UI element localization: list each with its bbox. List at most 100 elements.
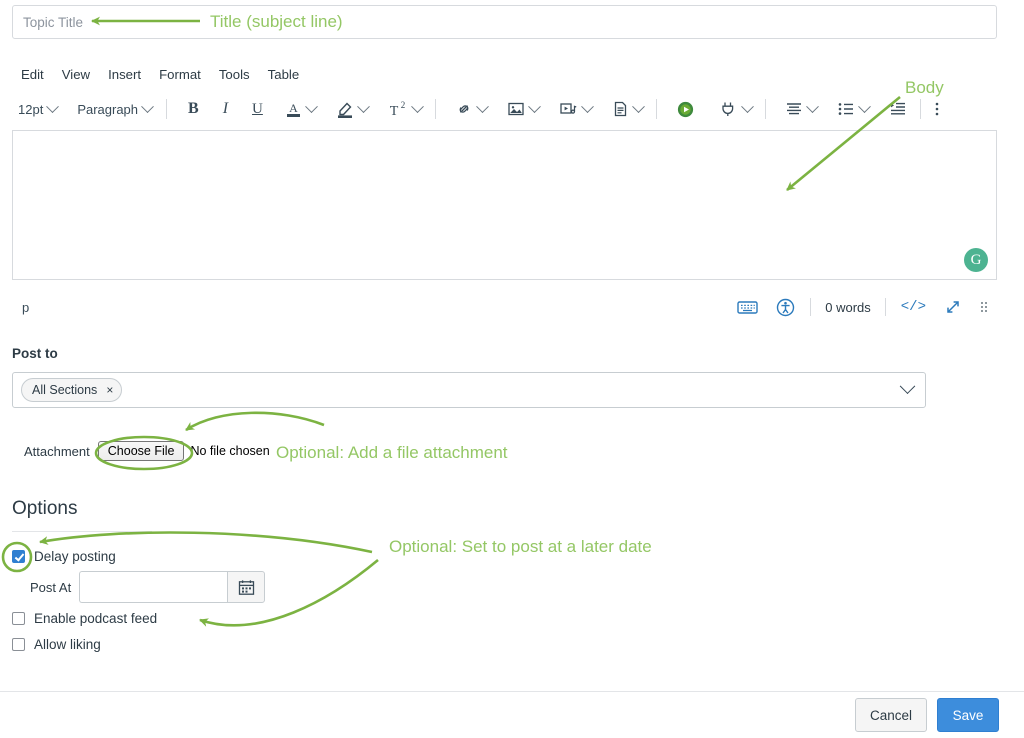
post-to-select[interactable]: All Sections × (12, 372, 926, 408)
delay-posting-row[interactable]: Delay posting (12, 549, 116, 564)
toolbar-divider (765, 99, 766, 119)
annotation-arrow-attachment (186, 413, 324, 430)
annotation-label-delay: Optional: Set to post at a later date (389, 537, 652, 557)
link-button[interactable] (450, 95, 492, 123)
more-options-button[interactable] (929, 95, 945, 123)
document-icon (612, 100, 629, 118)
chevron-down-icon (858, 100, 871, 113)
allow-liking-row[interactable]: Allow liking (12, 637, 101, 652)
block-format-select[interactable]: Paragraph (71, 95, 158, 123)
choose-file-button[interactable]: Choose File (98, 441, 185, 461)
chevron-down-icon (357, 100, 370, 113)
status-divider (810, 298, 811, 316)
annotation-label-attachment: Optional: Add a file attachment (276, 443, 508, 463)
delay-posting-checkbox[interactable] (12, 550, 25, 563)
grammarly-icon[interactable]: G (964, 248, 988, 272)
chevron-down-icon (741, 100, 754, 113)
font-size-select[interactable]: 12pt (12, 95, 63, 123)
menu-insert[interactable]: Insert (99, 63, 150, 87)
topic-title-input[interactable]: Topic Title (12, 5, 997, 39)
post-at-calendar-button[interactable] (227, 571, 265, 603)
accessibility-checker-button[interactable] (767, 294, 804, 320)
toolbar-divider (656, 99, 657, 119)
attachment-row: Attachment Choose File No file chosen (24, 441, 270, 461)
underline-button[interactable]: U (247, 95, 268, 123)
chevron-down-icon[interactable] (900, 378, 916, 394)
indent-button[interactable] (884, 95, 912, 123)
enable-podcast-feed-checkbox[interactable] (12, 612, 25, 625)
status-divider (885, 298, 886, 316)
apps-button[interactable] (714, 95, 757, 123)
keyboard-icon (737, 299, 758, 315)
enable-podcast-feed-row[interactable]: Enable podcast feed (12, 611, 157, 626)
menu-edit[interactable]: Edit (12, 63, 53, 87)
image-button[interactable] (502, 95, 544, 123)
font-size-value: 12pt (18, 102, 43, 117)
chevron-down-icon (806, 100, 819, 113)
svg-text:A: A (289, 101, 298, 115)
text-color-button[interactable]: A (280, 95, 321, 123)
word-count: 0 words (817, 300, 879, 315)
align-button[interactable] (780, 95, 822, 123)
fullscreen-button[interactable] (935, 294, 971, 320)
cancel-button[interactable]: Cancel (855, 698, 927, 732)
highlight-color-button[interactable] (331, 95, 373, 123)
delay-posting-label: Delay posting (34, 549, 116, 564)
form-footer: Cancel Save (0, 691, 1024, 738)
attachment-label: Attachment (24, 444, 90, 459)
expand-arrows-icon (944, 298, 962, 316)
drag-dots-icon (980, 298, 988, 316)
chevron-down-icon (141, 100, 154, 113)
menu-table[interactable]: Table (259, 63, 309, 87)
superscript-icon: T 2 (388, 100, 408, 118)
post-at-label: Post At (30, 580, 71, 595)
html-editor-label: </> (901, 299, 926, 315)
options-heading: Options (12, 498, 77, 520)
chevron-down-icon (476, 100, 489, 113)
remove-section-icon[interactable]: × (106, 383, 113, 397)
post-at-input[interactable] (79, 571, 227, 603)
element-path: p (12, 300, 29, 315)
discussion-create-page: Topic Title Edit View Insert Format Tool… (0, 0, 1024, 738)
media-button[interactable] (554, 95, 597, 123)
menu-format[interactable]: Format (150, 63, 210, 87)
link-icon (455, 100, 473, 118)
block-format-value: Paragraph (77, 102, 138, 117)
menu-view[interactable]: View (53, 63, 99, 87)
studio-button[interactable] (671, 95, 700, 123)
document-button[interactable] (607, 95, 648, 123)
bold-icon: B (188, 100, 199, 118)
text-color-icon: A (285, 100, 302, 119)
menu-tools[interactable]: Tools (210, 63, 259, 87)
rce-body-editor[interactable]: G (12, 130, 997, 280)
underline-icon: U (252, 101, 263, 118)
allow-liking-checkbox[interactable] (12, 638, 25, 651)
keyboard-shortcuts-button[interactable] (728, 294, 767, 320)
plug-icon (719, 100, 738, 118)
bold-button[interactable]: B (183, 95, 204, 123)
section-pill-label: All Sections (32, 383, 97, 397)
bullet-list-button[interactable] (832, 95, 874, 123)
rce-menubar: Edit View Insert Format Tools Table (12, 62, 997, 88)
section-pill-all-sections[interactable]: All Sections × (21, 378, 122, 402)
save-button[interactable]: Save (937, 698, 999, 732)
studio-icon (676, 100, 695, 119)
bullet-list-icon (837, 101, 855, 117)
chevron-down-icon (411, 100, 424, 113)
svg-text:2: 2 (401, 100, 406, 110)
italic-icon: I (223, 100, 228, 118)
topic-title-placeholder: Topic Title (23, 15, 83, 30)
enable-podcast-feed-label: Enable podcast feed (34, 611, 157, 626)
file-chosen-status: No file chosen (190, 444, 269, 458)
html-editor-button[interactable]: </> (892, 294, 935, 320)
toolbar-divider (435, 99, 436, 119)
chevron-down-icon (632, 100, 645, 113)
align-icon (785, 101, 803, 117)
accessibility-icon (776, 298, 795, 317)
toolbar-divider (920, 99, 921, 119)
chevron-down-icon (46, 100, 59, 113)
post-to-label: Post to (12, 346, 58, 361)
superscript-button[interactable]: T 2 (383, 95, 427, 123)
resize-handle[interactable] (971, 294, 997, 320)
italic-button[interactable]: I (218, 95, 233, 123)
